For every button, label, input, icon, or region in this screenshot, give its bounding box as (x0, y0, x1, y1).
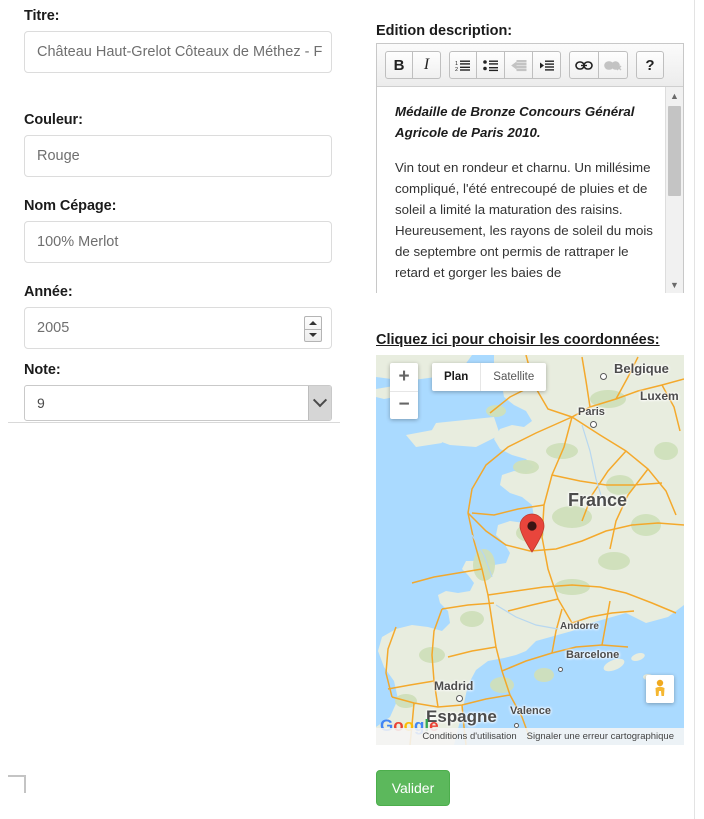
note-select-value: 9 (37, 395, 45, 411)
description-paragraph-award: Médaille de Bronze Concours Général Agri… (395, 101, 661, 143)
corner-marker (8, 775, 26, 793)
map-type-satellite[interactable]: Satellite (480, 363, 546, 391)
editor-section-label: Edition description: (376, 23, 512, 39)
unordered-list-icon[interactable] (477, 51, 505, 79)
description-map-column: Edition description: B I 1 2 (370, 0, 694, 819)
city-dot-barcelone (558, 667, 563, 672)
annee-stepper[interactable] (304, 316, 322, 342)
unlink-icon (599, 51, 628, 79)
map-label-valence: Valence (510, 705, 551, 717)
label-titre: Titre: (24, 8, 336, 24)
report-map-error-link[interactable]: Signaler une erreur cartographique (527, 731, 674, 742)
italic-button[interactable]: I (413, 51, 441, 79)
map-section-label: Cliquez ici pour choisir les coordonnées… (376, 332, 660, 348)
couleur-input[interactable]: Rouge (24, 135, 332, 177)
description-textarea[interactable]: Médaille de Bronze Concours Général Agri… (377, 87, 683, 293)
toolbar-group-links (569, 51, 628, 79)
map-type-controls[interactable]: Plan Satellite (432, 363, 546, 391)
stepper-down-button[interactable] (305, 329, 321, 342)
zoom-out-button[interactable]: − (390, 392, 418, 420)
annee-input[interactable]: 2005 (24, 307, 332, 349)
toolbar-group-text-style: B I (385, 51, 441, 79)
chevron-down-icon[interactable] (308, 386, 331, 420)
validate-button[interactable]: Valider (376, 770, 450, 806)
page-root: Titre: Château Haut-Grelot Côteaux de Mé… (0, 0, 704, 819)
label-annee: Année: (24, 284, 336, 300)
location-marker[interactable] (518, 513, 546, 558)
description-paragraph-body: Vin tout en rondeur et charnu. Un millés… (395, 157, 661, 283)
map-label-luxembourg: Luxem (640, 389, 679, 403)
note-select[interactable]: 9 (24, 385, 332, 421)
terms-of-use-link[interactable]: Conditions d'utilisation (422, 731, 516, 742)
input-wrap-cepage: 100% Merlot (24, 221, 332, 263)
field-annee: Année: 2005 (24, 284, 336, 349)
scrollbar-thumb[interactable] (668, 106, 681, 196)
city-dot-paris (590, 421, 597, 428)
map-label-france: France (568, 490, 627, 511)
rich-text-editor: B I 1 2 (376, 43, 684, 293)
street-view-pegman-icon[interactable] (646, 675, 674, 703)
map-attribution-footer: Conditions d'utilisation Signaler une er… (376, 728, 684, 745)
map-label-andorre: Andorre (560, 621, 599, 632)
scroll-down-arrow-icon[interactable]: ▼ (666, 276, 683, 293)
link-icon[interactable] (569, 51, 599, 79)
section-divider (8, 422, 340, 423)
map-label-paris: Paris (578, 406, 605, 418)
google-map[interactable]: Belgique Luxem Paris France Andorre Barc… (376, 355, 684, 745)
zoom-in-button[interactable]: + (390, 363, 418, 392)
map-label-madrid: Madrid (434, 679, 473, 693)
label-cepage: Nom Cépage: (24, 198, 336, 214)
field-titre: Titre: Château Haut-Grelot Côteaux de Mé… (24, 8, 336, 73)
stepper-up-button[interactable] (305, 317, 321, 329)
label-couleur: Couleur: (24, 112, 336, 128)
outdent-icon (505, 51, 533, 79)
editor-toolbar: B I 1 2 (377, 44, 683, 87)
input-wrap-annee: 2005 (24, 307, 332, 349)
help-button[interactable]: ? (636, 51, 664, 79)
titre-input[interactable]: Château Haut-Grelot Côteaux de Méthez - … (24, 31, 332, 73)
city-dot-madrid (456, 695, 463, 702)
indent-icon[interactable] (533, 51, 561, 79)
map-zoom-controls[interactable]: + − (390, 363, 418, 419)
map-label-barcelone: Barcelone (566, 649, 619, 661)
ordered-list-icon[interactable]: 1 2 (449, 51, 477, 79)
map-type-plan[interactable]: Plan (432, 363, 480, 391)
field-note: Note: 9 (24, 362, 336, 421)
field-couleur: Couleur: Rouge (24, 112, 336, 177)
svg-text:2: 2 (455, 67, 458, 72)
column-separator (694, 0, 695, 819)
wine-form-column: Titre: Château Haut-Grelot Côteaux de Mé… (0, 0, 362, 819)
scroll-up-arrow-icon[interactable]: ▲ (666, 87, 683, 104)
field-cepage: Nom Cépage: 100% Merlot (24, 198, 336, 263)
toolbar-group-help: ? (636, 51, 664, 79)
bold-button[interactable]: B (385, 51, 413, 79)
city-dot-bruxelles (600, 373, 607, 380)
editor-scrollbar[interactable]: ▲ ▼ (665, 87, 683, 293)
cepage-input[interactable]: 100% Merlot (24, 221, 332, 263)
label-note: Note: (24, 362, 336, 378)
toolbar-group-lists: 1 2 (449, 51, 561, 79)
input-wrap-titre: Château Haut-Grelot Côteaux de Méthez - … (24, 31, 332, 73)
input-wrap-couleur: Rouge (24, 135, 332, 177)
map-label-belgique: Belgique (614, 361, 669, 376)
